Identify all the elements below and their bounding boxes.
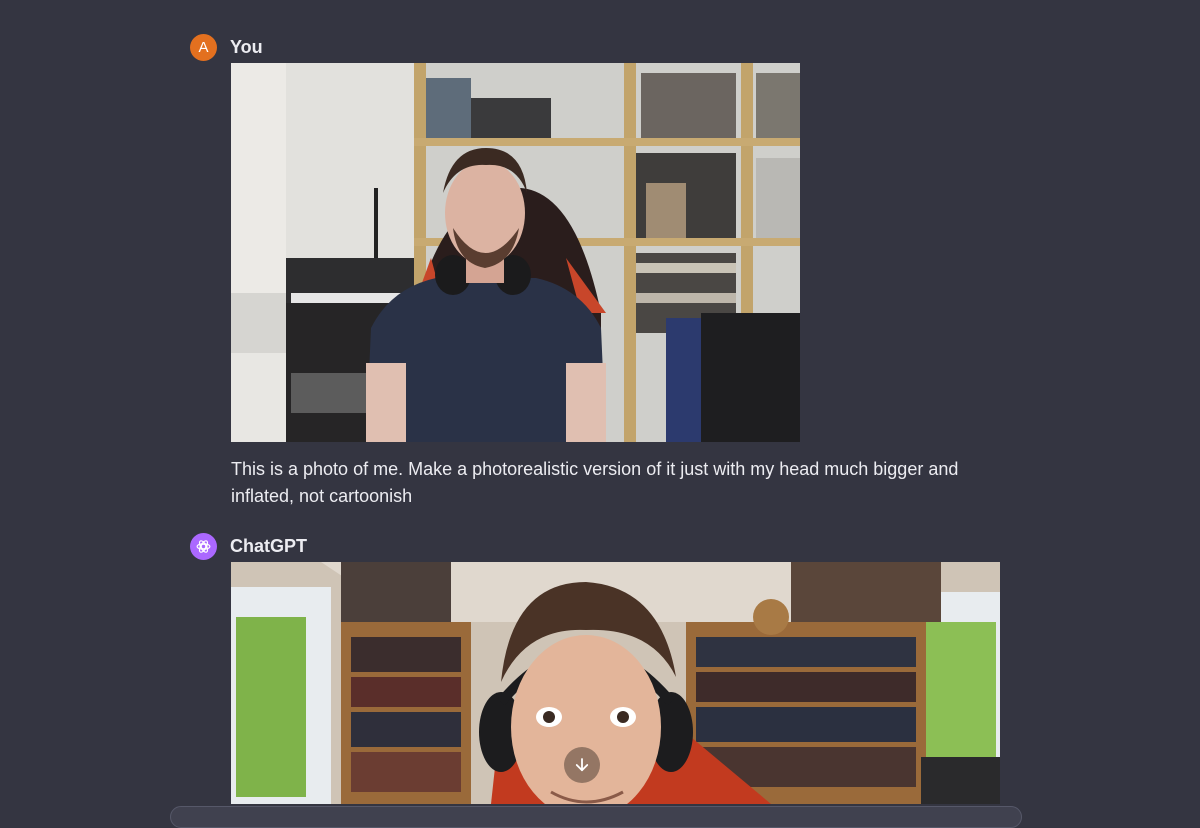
generated-image[interactable] — [231, 562, 1000, 804]
user-message: A You — [190, 33, 263, 61]
assistant-message-header: ChatGPT — [190, 532, 307, 560]
arrow-down-icon — [575, 758, 589, 772]
assistant-message: ChatGPT — [190, 532, 307, 560]
message-composer[interactable] — [170, 806, 1022, 828]
user-uploaded-photo[interactable] — [231, 63, 800, 442]
user-author-name: You — [230, 36, 263, 57]
user-avatar: A — [190, 33, 217, 61]
user-message-text: This is a photo of me. Make a photoreali… — [231, 459, 959, 506]
assistant-author-name: ChatGPT — [230, 535, 308, 556]
download-button[interactable] — [564, 747, 600, 783]
chatgpt-logo-icon — [190, 532, 217, 560]
user-message-header: A You — [190, 33, 263, 61]
chat-thread: A You This is a photo of me. Make a phot… — [0, 0, 1200, 828]
